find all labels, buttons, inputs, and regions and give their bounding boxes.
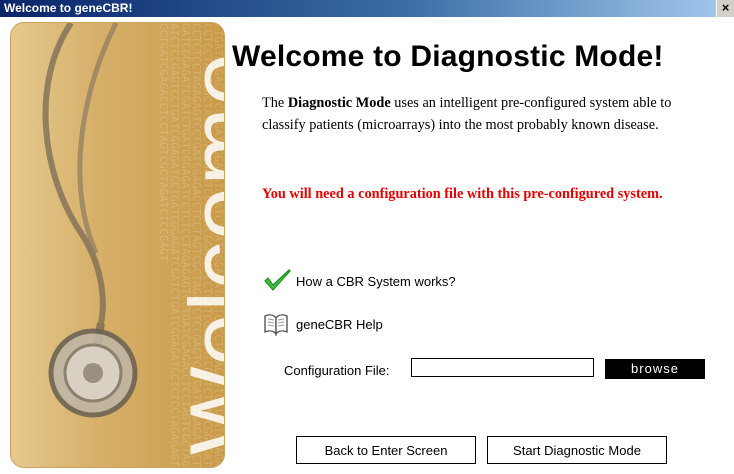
start-diagnostic-mode-button[interactable]: Start Diagnostic Mode — [487, 436, 667, 464]
mode-description: The Diagnostic Mode uses an intelligent … — [262, 92, 712, 136]
help-link[interactable]: geneCBR Help — [262, 311, 383, 337]
checkmark-icon — [264, 269, 291, 291]
config-file-input[interactable] — [411, 358, 594, 377]
title-bar: Welcome to geneCBR! × — [0, 0, 734, 17]
close-button[interactable]: × — [716, 0, 734, 17]
welcome-watermark: Welcome — [170, 50, 225, 455]
back-to-enter-screen-button[interactable]: Back to Enter Screen — [296, 436, 476, 464]
help-label: geneCBR Help — [296, 316, 383, 332]
desc-prefix: The — [262, 95, 288, 111]
config-file-label: Configuration File: — [284, 363, 390, 378]
page-title: Welcome to Diagnostic Mode! — [232, 40, 664, 73]
configuration-warning: You will need a configuration file with … — [262, 186, 663, 202]
book-icon — [264, 314, 288, 337]
window-title: Welcome to geneCBR! — [4, 1, 133, 15]
browse-button[interactable]: browse — [605, 359, 705, 379]
desc-bold: Diagnostic Mode — [287, 95, 391, 111]
welcome-side-panel: CTGATCGGAGATCCTGATCGGAGATCGATCTGATCGGAGA… — [10, 22, 225, 468]
cbr-info-label: How a CBR System works? — [296, 273, 456, 289]
cbr-info-link[interactable]: How a CBR System works? — [262, 268, 456, 294]
